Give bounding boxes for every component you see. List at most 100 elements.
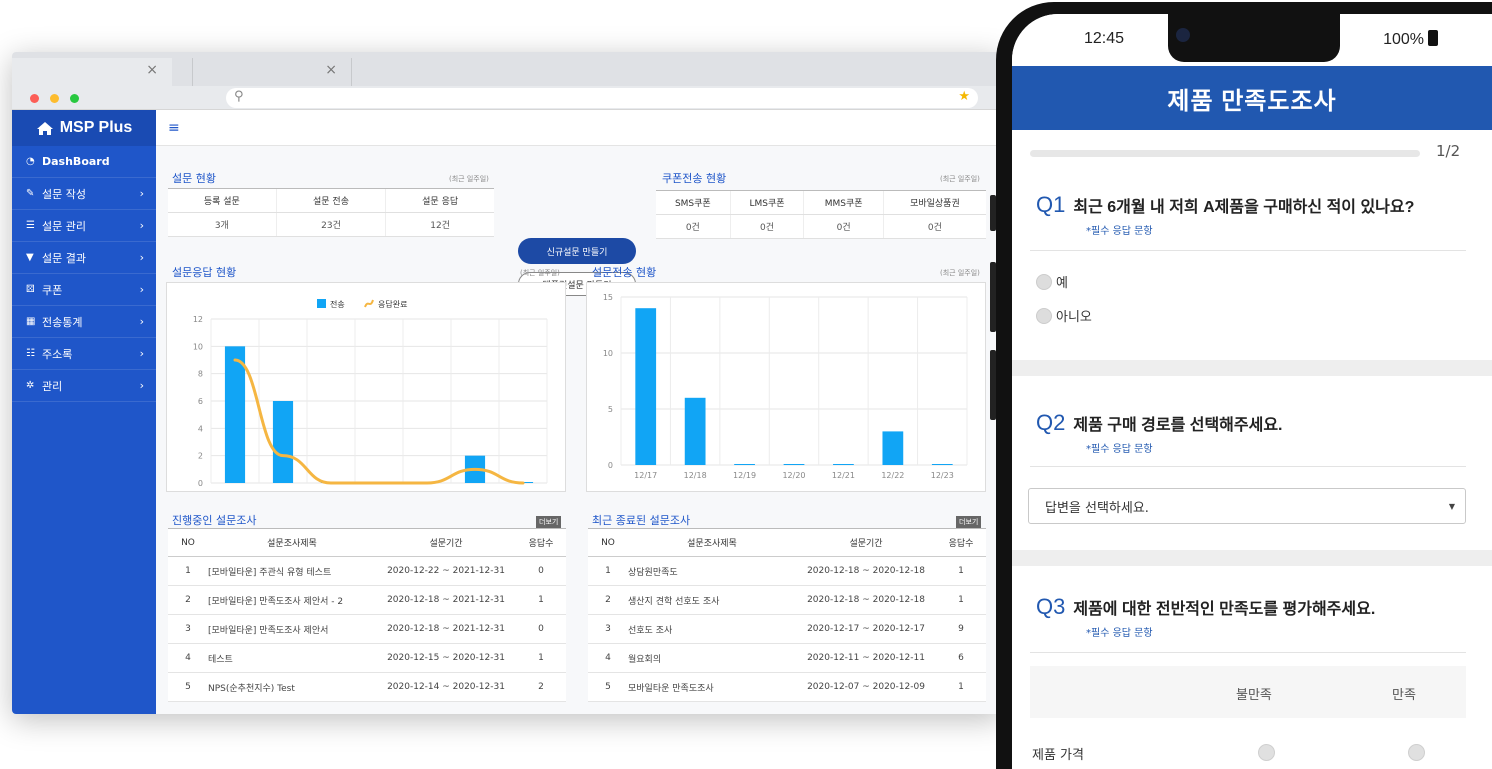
row-number: 3 bbox=[168, 614, 208, 644]
y-tick-label: 4 bbox=[198, 424, 203, 433]
purchase-route-select[interactable]: 답변을 선택하세요. ▼ bbox=[1028, 488, 1466, 524]
sidebar-item[interactable]: ⚄ 쿠폰 › bbox=[12, 274, 156, 306]
survey-title-cell[interactable]: 생산지 견학 선호도 조사 bbox=[628, 585, 796, 615]
table-row[interactable]: 2 [모바일타운] 만족도조사 제안서 - 2 2020-12-18 ~ 2021-… bbox=[168, 585, 566, 615]
row-number: 2 bbox=[168, 585, 208, 615]
x-tick-label: 12/18 bbox=[684, 471, 707, 480]
response-chart-box: 0 2 4 6 8 10 12 전송 응답완료 bbox=[166, 282, 566, 492]
new-survey-button[interactable]: 신규설문 만들기 bbox=[518, 238, 636, 264]
browser-window: × × ⚲ ★ MSP Plus ◔ DashBoard ✎ 설문 작성 › ☰ 설문 관리… bbox=[12, 52, 1002, 714]
dashboard-icon: ◔ bbox=[26, 156, 35, 167]
sidebar-item-label: 전송통계 bbox=[42, 315, 83, 329]
question-text: 최근 6개월 내 저희 A제품을 구매하신 적이 있나요? bbox=[1073, 199, 1415, 216]
y-tick-label: 10 bbox=[603, 349, 613, 358]
column-header: NO bbox=[168, 528, 208, 557]
column-header: NO bbox=[588, 528, 628, 557]
rating-matrix-header: 불만족 만족 bbox=[1030, 666, 1466, 718]
browser-tab-2[interactable]: × bbox=[192, 58, 352, 86]
ongoing-more-button[interactable]: 더보기 bbox=[536, 516, 562, 528]
registered-survey-count: 3개 bbox=[168, 212, 277, 237]
survey-title-cell[interactable]: NPS(순추천지수) Test bbox=[208, 672, 376, 702]
table-row[interactable]: 2 생산지 견학 선호도 조사 2020-12-18 ~ 2020-12-18 1 bbox=[588, 585, 986, 615]
sidebar-item[interactable]: ✲ 관리 › bbox=[12, 370, 156, 402]
sidebar-item[interactable]: ☷ 주소록 › bbox=[12, 338, 156, 370]
top-bar: ≡ bbox=[156, 110, 1002, 146]
survey-title-cell[interactable]: 선호도 조사 bbox=[628, 614, 796, 644]
survey-period-cell: 2020-12-18 ~ 2021-12-31 bbox=[376, 585, 516, 615]
table-row[interactable]: 4 테스트 2020-12-15 ~ 2020-12-31 1 bbox=[168, 643, 566, 673]
row-number: 4 bbox=[168, 643, 208, 673]
rating-radio-satisfied[interactable] bbox=[1408, 744, 1425, 761]
sidebar-item[interactable]: ✎ 설문 작성 › bbox=[12, 178, 156, 210]
legend-label-complete: 응답완료 bbox=[378, 299, 407, 309]
response-count-cell: 1 bbox=[936, 556, 986, 586]
table-row[interactable]: 5 모바일타운 만족도조사 2020-12-07 ~ 2020-12-09 1 bbox=[588, 672, 986, 702]
chart-bar bbox=[684, 397, 706, 465]
sidebar-item[interactable]: ◔ DashBoard bbox=[12, 146, 156, 178]
legend-label-sent: 전송 bbox=[330, 299, 345, 309]
survey-period-cell: 2020-12-15 ~ 2020-12-31 bbox=[376, 643, 516, 673]
ongoing-surveys-table: NO 설문조사제목 설문기간 응답수 1 [모바일타운] 주관식 유형 테스트 20… bbox=[168, 528, 566, 702]
table-row[interactable]: 3 [모바일타운] 만족도조사 제안서 2020-12-18 ~ 2021-12-3… bbox=[168, 614, 566, 644]
table-row[interactable]: 5 NPS(순추천지수) Test 2020-12-14 ~ 2020-12-31 2 bbox=[168, 672, 566, 702]
sidebar-item-label: 관리 bbox=[42, 379, 63, 393]
table-row[interactable]: 1 [모바일타운] 주관식 유형 테스트 2020-12-22 ~ 2021-12-… bbox=[168, 556, 566, 586]
browser-toolbar: ⚲ ★ bbox=[12, 86, 1002, 110]
rating-radio-dissatisfied[interactable] bbox=[1258, 744, 1275, 761]
survey-title-cell[interactable]: 모바일타운 만족도조사 bbox=[628, 672, 796, 702]
battery-percent: 100% bbox=[1383, 31, 1424, 48]
radio-circle[interactable] bbox=[1036, 273, 1052, 290]
close-icon[interactable]: × bbox=[325, 62, 337, 78]
hamburger-menu-icon[interactable]: ≡ bbox=[168, 120, 180, 136]
survey-period-cell: 2020-12-11 ~ 2020-12-11 bbox=[796, 643, 936, 673]
y-tick-label: 12 bbox=[193, 315, 203, 324]
sidebar-item[interactable]: ▼ 설문 결과 › bbox=[12, 242, 156, 274]
response-chart-note: (최근 일주일) bbox=[520, 269, 560, 277]
legend-swatch-complete bbox=[364, 299, 374, 308]
survey-title-cell[interactable]: [모바일타운] 만족도조사 제안서 - 2 bbox=[208, 585, 376, 615]
divider bbox=[1030, 250, 1466, 251]
sidebar-item[interactable]: ▦ 전송통계 › bbox=[12, 306, 156, 338]
section-separator bbox=[1012, 550, 1492, 566]
response-count-cell: 2 bbox=[516, 672, 566, 702]
bookmark-star-icon[interactable]: ★ bbox=[958, 89, 970, 104]
chevron-right-icon: › bbox=[139, 347, 144, 360]
table-row[interactable]: 4 월요회의 2020-12-11 ~ 2020-12-11 6 bbox=[588, 643, 986, 673]
window-close-dot[interactable] bbox=[30, 94, 39, 103]
ongoing-surveys-title: 진행중인 설문조사 bbox=[172, 514, 257, 527]
chevron-right-icon: › bbox=[139, 283, 144, 296]
window-maximize-dot[interactable] bbox=[70, 94, 79, 103]
survey-title-cell[interactable]: 월요회의 bbox=[628, 643, 796, 673]
table-row[interactable]: 3 선호도 조사 2020-12-17 ~ 2020-12-17 9 bbox=[588, 614, 986, 644]
finished-surveys-title: 최근 종료된 설문조사 bbox=[592, 514, 691, 527]
survey-status-header: 설문 전송 bbox=[275, 188, 386, 213]
survey-title-cell[interactable]: 상담원만족도 bbox=[628, 556, 796, 586]
filter-icon: ▼ bbox=[26, 252, 34, 263]
column-header: 응답수 bbox=[516, 528, 566, 557]
radio-option-yes[interactable]: 예 bbox=[1036, 272, 1068, 291]
survey-title-cell[interactable]: [모바일타운] 주관식 유형 테스트 bbox=[208, 556, 376, 586]
finished-more-button[interactable]: 더보기 bbox=[956, 516, 982, 528]
address-bar[interactable]: ⚲ ★ bbox=[226, 88, 978, 108]
radio-option-no[interactable]: 아니오 bbox=[1036, 306, 1092, 325]
chart-bar bbox=[783, 464, 805, 465]
chevron-right-icon: › bbox=[139, 379, 144, 392]
survey-title-cell[interactable]: [모바일타운] 만족도조사 제안서 bbox=[208, 614, 376, 644]
send-chart-title: 설문전송 현황 bbox=[592, 266, 657, 279]
brand-name: MSP Plus bbox=[59, 119, 133, 136]
close-icon[interactable]: × bbox=[146, 62, 158, 78]
required-note: *필수 응답 문항 bbox=[1086, 628, 1153, 639]
sidebar-item-label: 설문 관리 bbox=[42, 219, 86, 233]
survey-status-title: 설문 현황 bbox=[172, 172, 216, 185]
browser-tab-1[interactable]: × bbox=[12, 58, 172, 86]
sidebar-item[interactable]: ☰ 설문 관리 › bbox=[12, 210, 156, 242]
users-icon: ☷ bbox=[26, 348, 35, 359]
stage: × × ⚲ ★ MSP Plus ◔ DashBoard ✎ 설문 작성 › ☰ 설문 관리… bbox=[0, 0, 1492, 769]
survey-title-cell[interactable]: 테스트 bbox=[208, 643, 376, 673]
table-row[interactable]: 1 상담원만족도 2020-12-18 ~ 2020-12-18 1 bbox=[588, 556, 986, 586]
x-tick-label: 12/17 bbox=[634, 471, 657, 480]
radio-circle[interactable] bbox=[1036, 307, 1052, 324]
divider bbox=[1030, 466, 1466, 467]
window-minimize-dot[interactable] bbox=[50, 94, 59, 103]
brand[interactable]: MSP Plus bbox=[12, 110, 156, 146]
